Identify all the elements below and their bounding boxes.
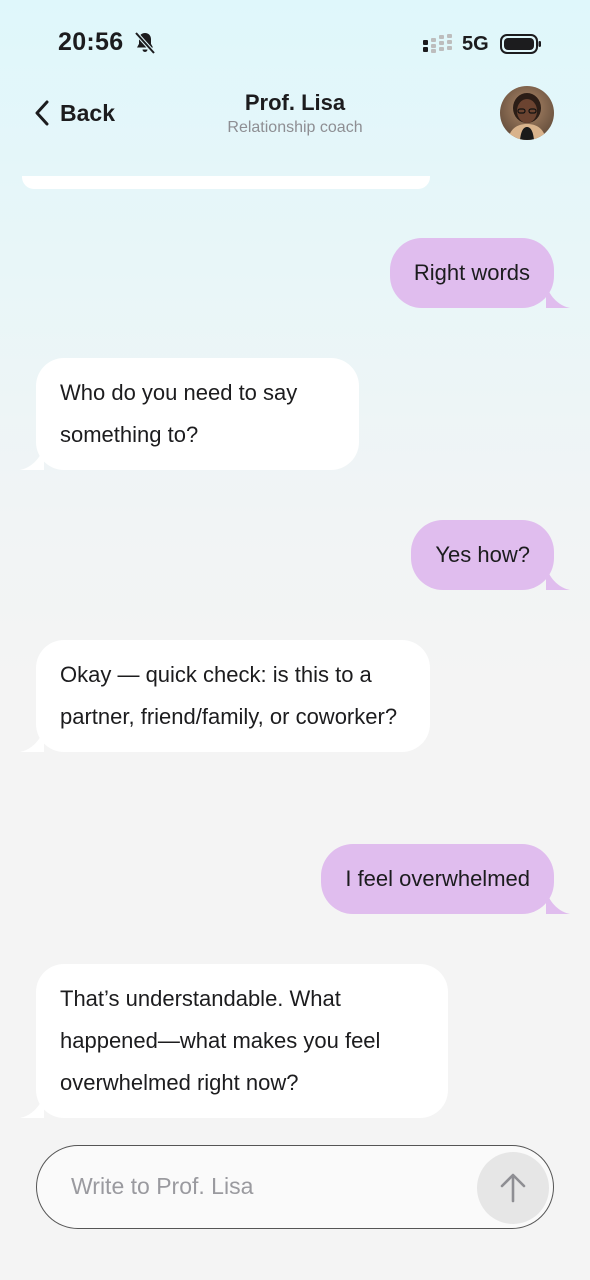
status-time: 20:56 [58, 28, 124, 56]
arrow-up-icon [500, 1173, 526, 1203]
bot-message: Who do you need to say something to? [20, 358, 359, 470]
network-type: 5G [462, 33, 489, 55]
message-text: Yes how? [435, 542, 530, 567]
back-label: Back [60, 99, 115, 126]
bubble-tail [546, 566, 570, 590]
message-text: Okay — quick check: is this to a partner… [60, 662, 398, 729]
bubble-tail [20, 446, 44, 470]
bubble-tail [20, 728, 44, 752]
user-message: Right words [389, 238, 570, 308]
bot-message: Okay — quick check: is this to a partner… [20, 640, 430, 752]
send-button[interactable] [477, 1152, 549, 1224]
battery-icon [500, 34, 541, 54]
message-text: That’s understandable. What happened—wha… [60, 986, 381, 1095]
bubble-tail [546, 284, 570, 308]
bubble-tail [20, 1094, 44, 1118]
message-composer [36, 1145, 554, 1229]
back-button[interactable]: Back [34, 98, 115, 128]
page-subtitle: Relationship coach [227, 119, 363, 136]
previous-message-edge [22, 176, 430, 189]
chat-header: Back Prof. Lisa Relationship coach [0, 80, 590, 160]
avatar-image [500, 86, 554, 140]
message-text: I feel overwhelmed [345, 866, 530, 891]
message-text: Who do you need to say something to? [60, 380, 298, 447]
signal-icon [423, 34, 452, 53]
status-bar: 20:56 5G [0, 0, 590, 80]
title-block: Prof. Lisa Relationship coach [145, 90, 445, 137]
bot-message: That’s understandable. What happened—wha… [20, 964, 448, 1118]
chevron-left-icon [35, 100, 49, 126]
page-title: Prof. Lisa [244, 90, 346, 115]
user-message: I feel overwhelmed [321, 844, 570, 914]
user-message: Yes how? [411, 520, 570, 590]
bubble-tail [546, 890, 570, 914]
message-input[interactable] [71, 1166, 451, 1206]
message-text: Right words [413, 260, 530, 285]
avatar[interactable] [500, 86, 554, 140]
bell-slash-icon [134, 31, 156, 55]
